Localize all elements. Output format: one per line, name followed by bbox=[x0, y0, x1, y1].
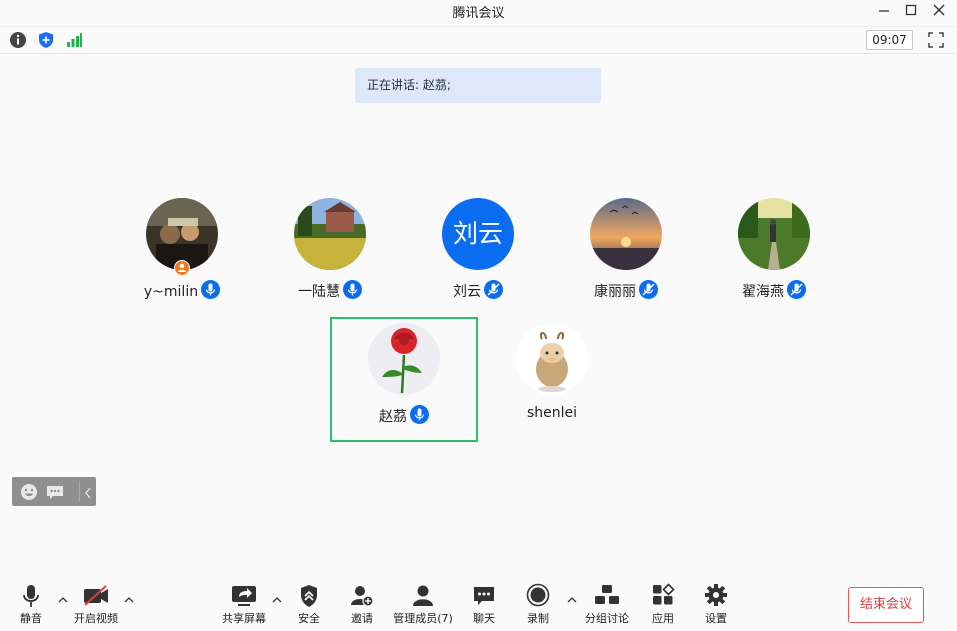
breakout-rooms-button[interactable]: 分组讨论 bbox=[582, 583, 632, 626]
microphone-icon bbox=[13, 583, 49, 609]
chat-label: 聊天 bbox=[473, 612, 495, 625]
participant-name: 翟海燕 bbox=[742, 284, 784, 300]
emoji-icon[interactable] bbox=[20, 483, 38, 501]
gear-icon bbox=[699, 583, 733, 609]
meeting-timer: 09:07 bbox=[866, 30, 913, 50]
participant-tile[interactable]: 一陆慧 bbox=[260, 198, 400, 318]
manage-members-label: 管理成员(7) bbox=[393, 612, 453, 625]
invite-user-icon bbox=[345, 583, 379, 609]
mute-label: 静音 bbox=[20, 612, 42, 625]
avatar: 刘云 bbox=[442, 198, 514, 270]
avatar bbox=[516, 323, 588, 395]
apps-button[interactable]: 应用 bbox=[646, 583, 680, 626]
participant-name-row: 一陆慧 bbox=[260, 280, 400, 301]
security-shield-icon[interactable] bbox=[37, 31, 55, 49]
reaction-panel bbox=[12, 477, 96, 506]
share-screen-icon bbox=[219, 583, 269, 609]
host-badge-icon bbox=[174, 260, 190, 276]
meeting-toolbar: 09:07 bbox=[0, 26, 957, 54]
avatar bbox=[738, 198, 810, 270]
chat-icon bbox=[467, 583, 501, 609]
participant-name: 刘云 bbox=[453, 284, 481, 300]
collapse-chevron-icon[interactable] bbox=[82, 485, 94, 499]
title-bar: 腾讯会议 bbox=[0, 0, 957, 22]
video-off-icon bbox=[70, 583, 122, 609]
comment-icon[interactable] bbox=[45, 483, 65, 501]
participant-name-row: y~milin bbox=[112, 280, 252, 300]
participant-name-row: shenlei bbox=[482, 405, 622, 421]
participant-name-row: 刘云 bbox=[408, 280, 548, 301]
end-meeting-button[interactable]: 结束会议 bbox=[848, 587, 924, 623]
breakout-rooms-icon bbox=[582, 583, 632, 609]
mic-on-icon bbox=[201, 280, 221, 299]
chat-button[interactable]: 聊天 bbox=[467, 583, 501, 626]
divider bbox=[79, 481, 80, 502]
maximize-button[interactable] bbox=[899, 1, 923, 19]
participant-name: y~milin bbox=[143, 284, 199, 300]
settings-button[interactable]: 设置 bbox=[699, 583, 733, 626]
mic-muted-icon bbox=[639, 280, 658, 299]
info-icon[interactable] bbox=[9, 31, 27, 49]
share-screen-button[interactable]: 共享屏幕 bbox=[219, 583, 269, 626]
mic-muted-icon bbox=[787, 280, 806, 299]
participant-name: shenlei bbox=[526, 405, 578, 421]
mic-on-icon bbox=[343, 280, 362, 299]
participant-tile[interactable]: y~milin bbox=[112, 198, 252, 318]
participant-tile[interactable]: 赵茘 bbox=[334, 323, 474, 443]
participant-tile[interactable]: 刘云 刘云 bbox=[408, 198, 548, 318]
avatar bbox=[294, 198, 366, 270]
mute-button[interactable]: 静音 bbox=[13, 583, 49, 626]
avatar bbox=[590, 198, 662, 270]
shield-icon bbox=[292, 583, 326, 609]
audio-options-chevron-icon[interactable] bbox=[58, 596, 68, 607]
record-options-chevron-icon[interactable] bbox=[567, 596, 577, 607]
invite-button[interactable]: 邀请 bbox=[345, 583, 379, 626]
participant-name: 一陆慧 bbox=[298, 284, 340, 300]
apps-label: 应用 bbox=[652, 612, 674, 625]
minimize-button[interactable] bbox=[872, 1, 896, 19]
video-options-chevron-icon[interactable] bbox=[124, 596, 134, 607]
record-label: 录制 bbox=[527, 612, 549, 625]
manage-members-button[interactable]: 管理成员(7) bbox=[392, 583, 454, 626]
participant-tile[interactable]: 康丽丽 bbox=[556, 198, 696, 318]
participant-name-row: 赵茘 bbox=[334, 405, 474, 426]
share-screen-label: 共享屏幕 bbox=[222, 612, 266, 625]
start-video-label: 开启视频 bbox=[74, 612, 118, 625]
security-label: 安全 bbox=[298, 612, 320, 625]
share-options-chevron-icon[interactable] bbox=[272, 596, 282, 607]
avatar bbox=[368, 323, 440, 395]
signal-icon[interactable] bbox=[65, 31, 83, 49]
apps-icon bbox=[646, 583, 680, 609]
participant-tile[interactable]: 翟海燕 bbox=[704, 198, 844, 318]
members-icon bbox=[392, 583, 454, 609]
fullscreen-icon[interactable] bbox=[927, 31, 945, 49]
speaking-banner: 正在讲话: 赵茘; bbox=[355, 68, 601, 103]
record-icon bbox=[521, 583, 555, 609]
mic-muted-icon bbox=[484, 280, 503, 299]
settings-label: 设置 bbox=[705, 612, 727, 625]
record-button[interactable]: 录制 bbox=[521, 583, 555, 626]
participant-name-row: 康丽丽 bbox=[556, 280, 696, 301]
security-button[interactable]: 安全 bbox=[292, 583, 326, 626]
breakout-rooms-label: 分组讨论 bbox=[585, 612, 629, 625]
window-title: 腾讯会议 bbox=[452, 6, 505, 21]
participant-name: 康丽丽 bbox=[594, 284, 636, 300]
invite-label: 邀请 bbox=[351, 612, 373, 625]
participant-tile[interactable]: shenlei bbox=[482, 323, 622, 443]
mic-on-icon bbox=[410, 405, 429, 424]
participant-name: 赵茘 bbox=[379, 409, 407, 425]
participant-name-row: 翟海燕 bbox=[704, 280, 844, 301]
start-video-button[interactable]: 开启视频 bbox=[70, 583, 122, 626]
close-button[interactable] bbox=[927, 1, 951, 19]
